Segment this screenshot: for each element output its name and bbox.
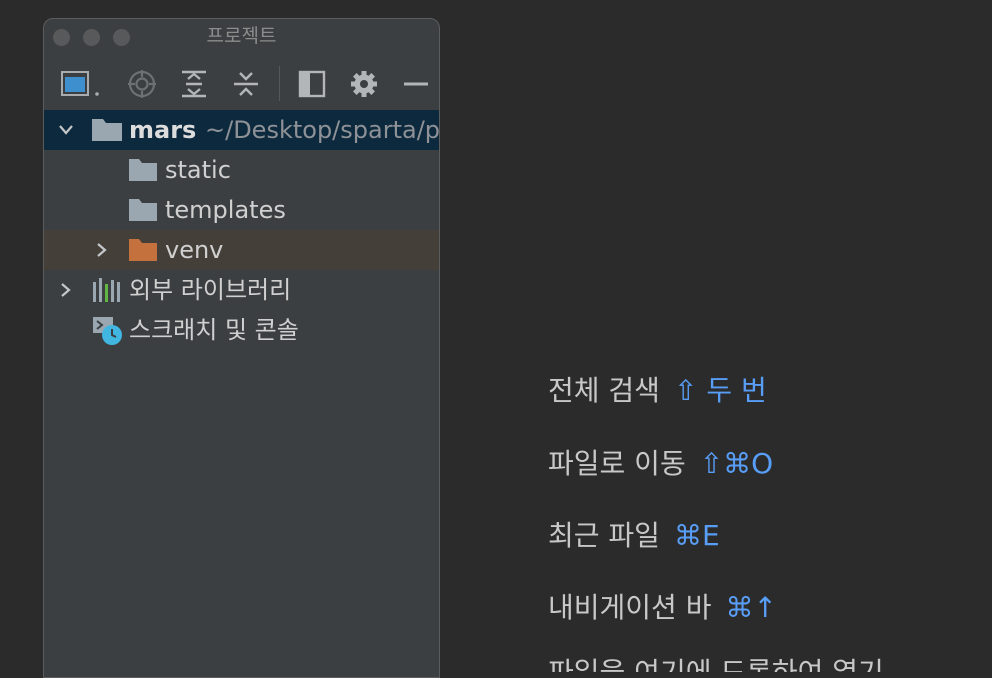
title-bar: 프로젝트 (44, 19, 439, 57)
tree-row-static[interactable]: static (44, 150, 439, 190)
project-view-icon (61, 69, 101, 99)
hint-drop-files: 파일을 여기에 드롭하여 열기 (548, 655, 884, 672)
tree-row-mars[interactable]: mars ~/Desktop/sparta/projects/mars (44, 110, 439, 150)
expand-all-icon (179, 69, 209, 99)
project-view-button[interactable] (61, 69, 99, 99)
hint-shortcut: ⌘↑ (725, 591, 777, 624)
hide-panel-button[interactable] (401, 69, 431, 99)
folder-icon (129, 199, 157, 225)
project-path: ~/Desktop/sparta/projects/mars (205, 116, 440, 144)
toolbar-separator (279, 66, 280, 101)
hint-shortcut: ⌘E (673, 519, 720, 552)
folder-icon (92, 119, 122, 145)
collapse-all-icon (231, 69, 261, 99)
chevron-down-icon[interactable] (58, 122, 73, 136)
collapse-all-button[interactable] (231, 69, 261, 99)
tree-label-static: static (165, 156, 231, 184)
project-toolbar (44, 57, 439, 110)
hint-goto-file: 파일로 이동 ⇧⌘O (548, 446, 773, 482)
hint-text: 최근 파일 (548, 519, 660, 552)
empty-editor-hints: 전체 검색 ⇧ 두 번 파일로 이동 ⇧⌘O 최근 파일 ⌘E 내비게이션 바 ⌘↑ 파… (548, 0, 992, 672)
chevron-right-icon[interactable] (58, 282, 72, 297)
folder-icon (129, 159, 157, 185)
expand-all-button[interactable] (179, 69, 209, 99)
layout-options-button[interactable] (297, 69, 327, 99)
hint-text: 전체 검색 (548, 374, 660, 407)
hint-shortcut: ⇧ 두 번 (673, 374, 767, 407)
tree-label-venv: venv (165, 236, 224, 264)
gear-icon (349, 69, 379, 99)
library-icon (92, 278, 122, 306)
tree-row-venv[interactable]: venv (44, 230, 439, 270)
panel-layout-icon (297, 69, 327, 99)
locate-button[interactable] (127, 69, 157, 99)
locate-target-icon (127, 69, 157, 99)
chevron-right-icon[interactable] (94, 242, 108, 257)
tree-label-external-libraries: 외부 라이브러리 (129, 276, 292, 304)
project-tool-window: 프로젝트 mars ~/Desktop/sparta/p static temp… (43, 18, 440, 678)
tree-label-templates: templates (165, 196, 286, 224)
hint-text: 내비게이션 바 (548, 591, 712, 624)
hint-text: 파일을 여기에 드롭하여 열기 (548, 656, 884, 672)
hint-shortcut: ⇧⌘O (699, 447, 774, 480)
minimize-icon (401, 69, 431, 99)
window-title: 프로젝트 (206, 25, 277, 47)
hint-text: 파일로 이동 (548, 447, 686, 480)
tree-row-scratches[interactable]: 스크래치 및 콘솔 (44, 310, 439, 350)
hint-search-everywhere: 전체 검색 ⇧ 두 번 (548, 373, 767, 409)
tree-label-mars: mars (129, 116, 197, 144)
excluded-folder-icon (129, 239, 157, 265)
hint-navigation-bar: 내비게이션 바 ⌘↑ (548, 590, 777, 626)
tree-label-scratches: 스크래치 및 콘솔 (129, 316, 299, 344)
tree-row-external-libraries[interactable]: 외부 라이브러리 (44, 270, 439, 310)
scratch-console-icon (92, 316, 124, 350)
tree-row-templates[interactable]: templates (44, 190, 439, 230)
settings-button[interactable] (349, 69, 379, 99)
hint-recent-files: 최근 파일 ⌘E (548, 518, 720, 554)
